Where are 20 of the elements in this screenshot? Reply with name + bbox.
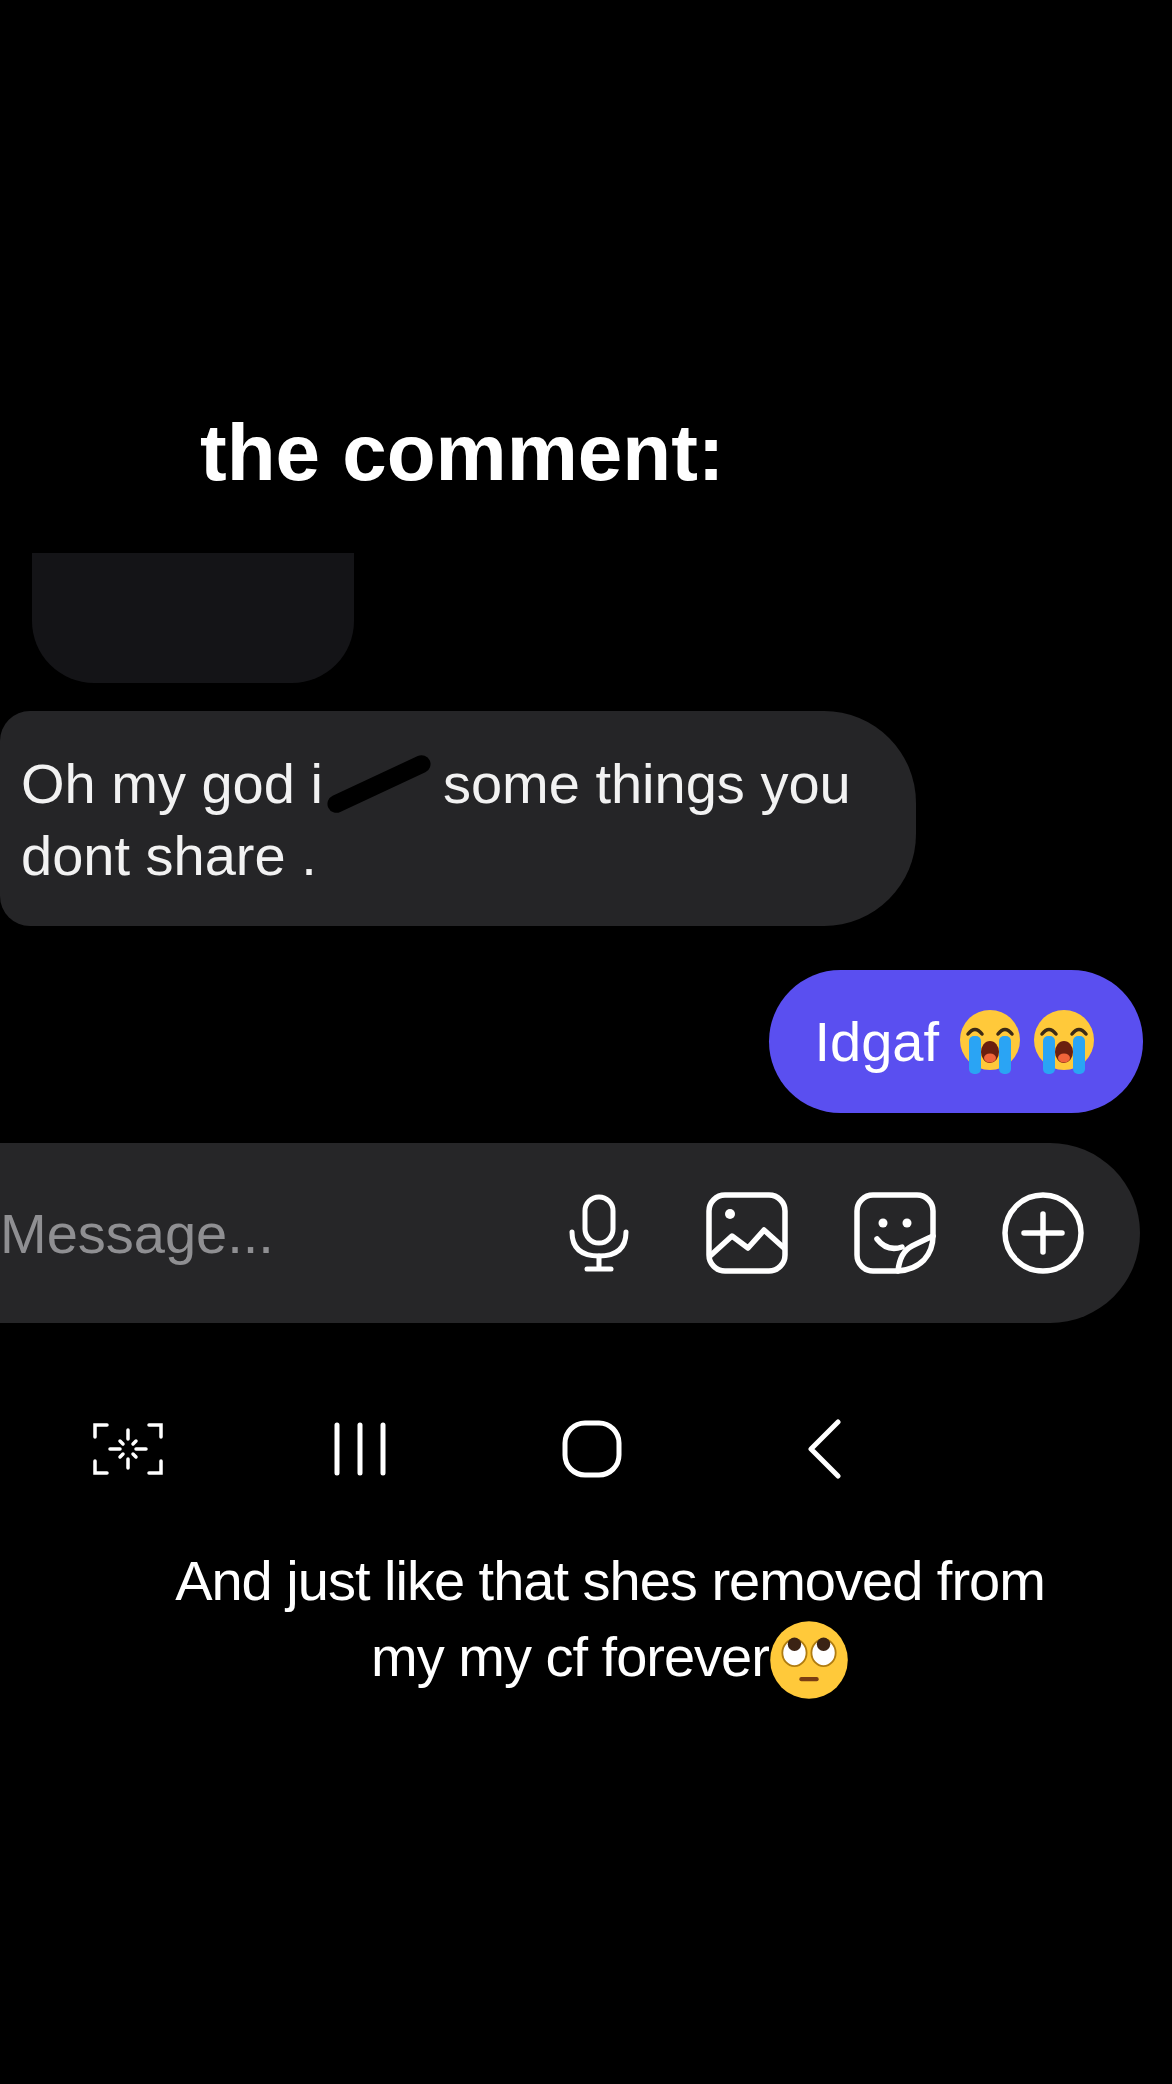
crying-face-icon: [1031, 1008, 1097, 1075]
redaction-scribble-icon: [326, 754, 431, 814]
screenshot-icon[interactable]: [93, 1423, 163, 1475]
caption-text: my my cf forever: [371, 1624, 769, 1690]
back-icon[interactable]: [807, 1419, 841, 1479]
message-text: some things you: [442, 751, 851, 817]
microphone-icon[interactable]: [567, 1194, 631, 1272]
message-text: Oh my god i: [21, 751, 323, 817]
image-icon[interactable]: [706, 1192, 788, 1274]
sticker-icon[interactable]: [854, 1192, 936, 1274]
message-text: dont share .: [21, 823, 317, 889]
message-text: Idgaf: [814, 1008, 939, 1075]
message-input[interactable]: Message...: [0, 1193, 525, 1273]
eye-roll-face-icon: [768, 1620, 849, 1700]
overlay-title: the comment:: [200, 407, 725, 499]
home-icon[interactable]: [562, 1420, 622, 1478]
recent-apps-icon[interactable]: [333, 1421, 387, 1477]
add-icon[interactable]: [1002, 1192, 1084, 1274]
caption-text: And just like that shes removed from: [175, 1548, 1045, 1614]
crying-face-icon: [957, 1008, 1023, 1075]
